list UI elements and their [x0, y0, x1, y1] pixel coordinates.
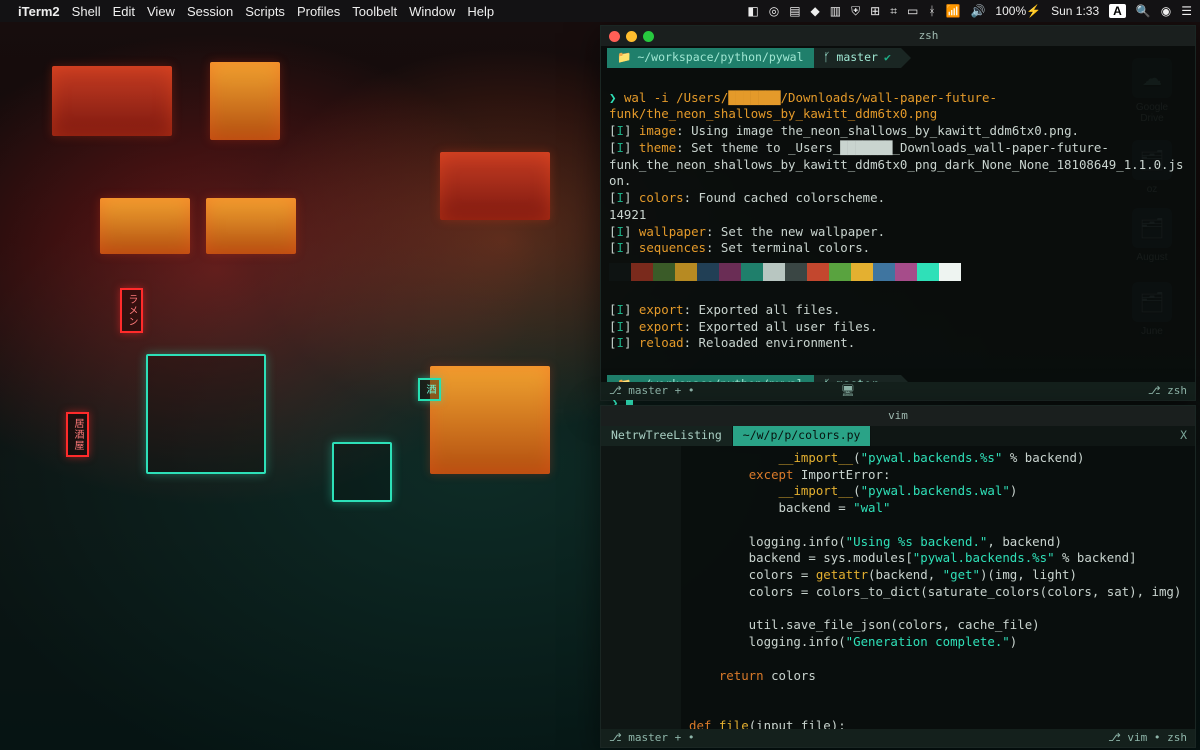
vim-netrw-pane[interactable] — [601, 446, 681, 729]
folder-icon: 📁 — [617, 50, 631, 66]
tray-icon[interactable]: ▥ — [830, 4, 841, 18]
zoom-icon[interactable] — [643, 31, 654, 42]
color-swatch — [653, 263, 675, 281]
siri-icon[interactable]: ◉ — [1161, 4, 1171, 18]
vim-tab-netrw[interactable]: NetrwTreeListing — [601, 426, 733, 446]
menu-scripts[interactable]: Scripts — [245, 4, 285, 19]
spotlight-icon[interactable]: 🔍 — [1136, 4, 1151, 18]
active-app-name[interactable]: iTerm2 — [18, 4, 60, 19]
terminal-pane-vim[interactable]: vim NetrwTreeListing ~/w/p/p/colors.py X… — [600, 405, 1196, 748]
status-left: ⎇ master + • — [609, 731, 695, 746]
menu-extras: ◧ ◎ ▤ ◆ ▥ ⛨ ⊞ ⌗ ▭ ᚼ 📶 🔊 100% ⚡ Sun 1:33 … — [747, 4, 1192, 19]
tmux-statusbar: ⎇ master + • ⎇ vim • zsh — [601, 729, 1195, 747]
close-tab-icon[interactable]: X — [1172, 428, 1195, 444]
volume-icon[interactable]: 🔊 — [970, 4, 985, 18]
menu-help[interactable]: Help — [467, 4, 494, 19]
menu-edit[interactable]: Edit — [113, 4, 135, 19]
color-swatch — [785, 263, 807, 281]
tray-icon[interactable]: ⊞ — [870, 4, 880, 18]
menu-shell[interactable]: Shell — [72, 4, 101, 19]
color-swatch — [741, 263, 763, 281]
tray-icon[interactable]: ▭ — [907, 4, 918, 18]
terminal-pane-zsh[interactable]: zsh 📁~/workspace/python/pywal ᚶmaster✔ ❯… — [600, 25, 1196, 401]
vim-tab-active[interactable]: ~/w/p/p/colors.py — [733, 426, 872, 446]
tray-icon[interactable]: ◆ — [811, 4, 820, 18]
terminal-output[interactable]: ❯ wal -i /Users/███████/Downloads/wall-p… — [601, 69, 1195, 375]
git-branch-icon: ᚶ — [824, 50, 831, 66]
tray-icon[interactable]: ◧ — [747, 4, 758, 18]
window-titlebar[interactable]: zsh — [601, 26, 1195, 46]
color-swatch — [697, 263, 719, 281]
notification-center-icon[interactable]: ☰ — [1181, 4, 1192, 18]
clock[interactable]: Sun 1:33 — [1051, 4, 1099, 18]
bluetooth-icon[interactable]: ᚼ — [928, 4, 935, 18]
tray-icon[interactable]: ◎ — [769, 4, 779, 18]
window-titlebar[interactable]: vim — [601, 406, 1195, 426]
vim-tabline[interactable]: NetrwTreeListing ~/w/p/p/colors.py X — [601, 426, 1195, 446]
input-source-indicator[interactable]: A — [1109, 4, 1126, 18]
color-swatch — [719, 263, 741, 281]
menu-window[interactable]: Window — [409, 4, 455, 19]
tmux-statusbar: ⎇ master + • 🖥 ⎇ zsh — [601, 382, 1195, 400]
tray-icon[interactable]: ▤ — [789, 4, 800, 18]
menu-profiles[interactable]: Profiles — [297, 4, 340, 19]
tray-icon[interactable]: ⛨ — [851, 4, 860, 19]
color-swatch — [807, 263, 829, 281]
check-icon: ✔ — [884, 50, 891, 66]
macos-menubar: iTerm2 Shell Edit View Session Scripts Profil… — [0, 0, 1200, 22]
color-swatch — [763, 263, 785, 281]
desktop[interactable]: 居酒屋 ラメン 酒 ☁︎ Google Drive 🗂 oz 🗂 August … — [0, 22, 1200, 750]
color-swatches — [609, 263, 1187, 281]
menu-toolbelt[interactable]: Toolbelt — [352, 4, 397, 19]
status-right: ⎇ zsh — [1148, 384, 1187, 399]
command-line: wal -i /Users/███████/Downloads/wall-pap… — [609, 90, 997, 122]
traffic-lights[interactable] — [609, 31, 654, 42]
close-icon[interactable] — [609, 31, 620, 42]
status-left: ⎇ master + • — [609, 384, 695, 399]
menu-view[interactable]: View — [147, 4, 175, 19]
vim-buffer[interactable]: __import__("pywal.backends.%s" % backend… — [681, 446, 1195, 729]
menu-session[interactable]: Session — [187, 4, 233, 19]
color-swatch — [895, 263, 917, 281]
color-swatch — [631, 263, 653, 281]
color-swatch — [851, 263, 873, 281]
color-swatch — [873, 263, 895, 281]
display-icon: 🖥 — [841, 384, 855, 399]
battery-status[interactable]: 100% ⚡ — [995, 4, 1041, 18]
color-swatch — [609, 263, 631, 281]
window-title: vim — [609, 409, 1187, 424]
wifi-icon[interactable]: 📶 — [946, 4, 961, 18]
color-swatch — [829, 263, 851, 281]
color-swatch — [939, 263, 961, 281]
minimize-icon[interactable] — [626, 31, 637, 42]
status-right: ⎇ vim • zsh — [1108, 731, 1187, 746]
tray-icon[interactable]: ⌗ — [890, 4, 897, 19]
color-swatch — [917, 263, 939, 281]
window-title: zsh — [670, 29, 1187, 44]
prompt-powerline: 📁~/workspace/python/pywal ᚶmaster✔ — [607, 48, 1189, 68]
color-swatch — [675, 263, 697, 281]
